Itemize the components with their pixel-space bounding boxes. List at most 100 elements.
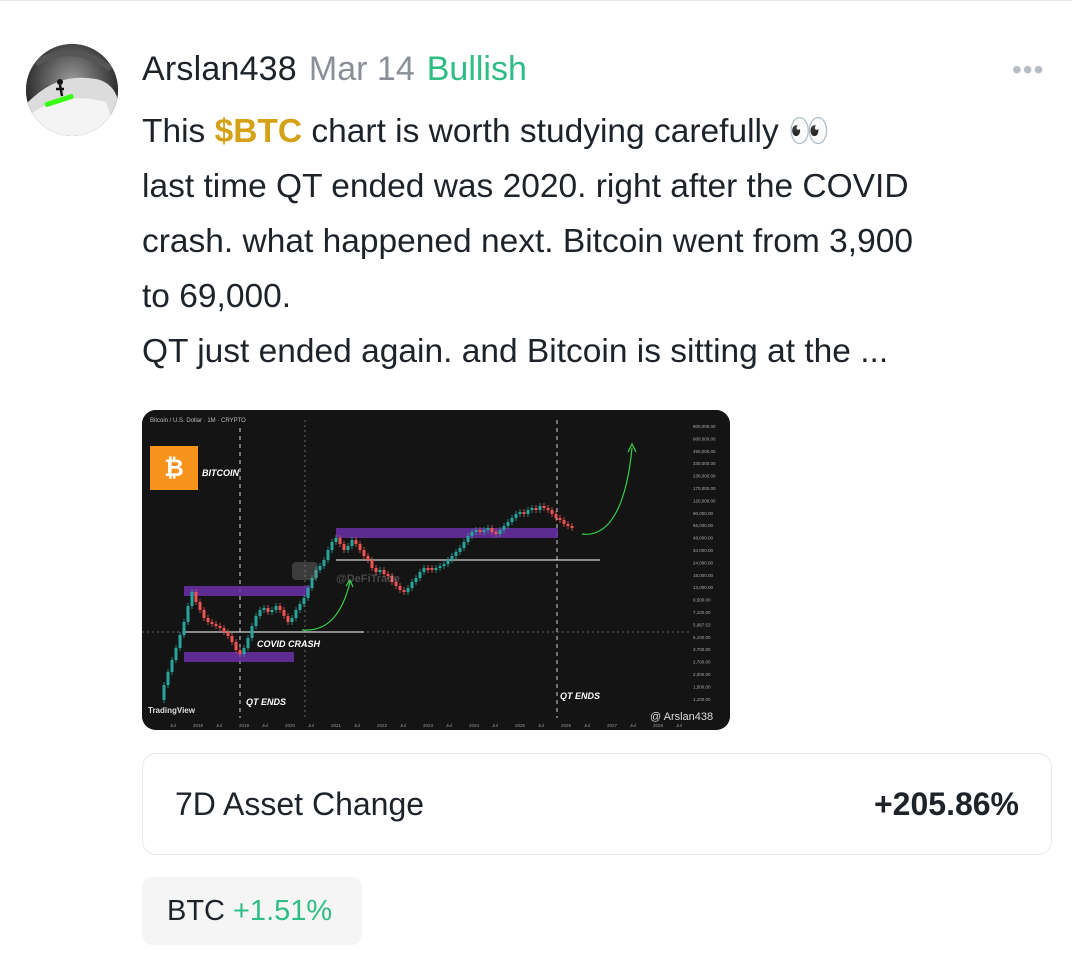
candle-body (506, 522, 510, 526)
candle-body (458, 548, 462, 552)
candle-body (210, 622, 214, 624)
candle-body (342, 544, 346, 550)
post-header: Arslan438 Mar 14 Bullish (142, 50, 527, 90)
candle-body (162, 685, 166, 700)
candle-body (270, 610, 274, 612)
ticker-link[interactable]: $BTC (215, 113, 302, 150)
candle-body (262, 608, 266, 610)
candle-body (302, 598, 306, 604)
candle-body (442, 564, 446, 566)
post-line: to 69,000. (142, 278, 292, 315)
candle-body (286, 616, 290, 622)
post-line: crash. what happened next. Bitcoin went … (142, 223, 913, 260)
price-tick: 9,500.00 (693, 598, 711, 603)
candle-body (246, 638, 250, 648)
candle-body (478, 530, 482, 532)
price-tick: 1,500.00 (693, 684, 711, 689)
candle-body (190, 592, 194, 606)
avatar[interactable] (26, 44, 118, 136)
candle-body (338, 538, 342, 544)
candle-body (334, 538, 338, 542)
candle-body (538, 506, 542, 510)
candle-body (462, 542, 466, 548)
candle-body (194, 592, 198, 602)
candle-body (498, 530, 502, 534)
post-line: This $BTC chart is worth studying carefu… (142, 104, 1062, 159)
ticker-chip[interactable]: BTC +1.51% (142, 877, 362, 945)
candle-body (174, 648, 178, 660)
qt-ends-label: QT ENDS (560, 691, 600, 701)
candle-body (250, 626, 254, 638)
time-tick: 2018 (193, 723, 204, 728)
asset-change-card[interactable]: 7D Asset Change +205.86% (142, 753, 1052, 855)
candle-body (294, 610, 298, 618)
candle-body (218, 626, 222, 628)
svg-text:₿: ₿ (164, 455, 184, 482)
candle-body (298, 604, 302, 610)
candle-body (198, 602, 202, 610)
asset-change-value: +205.86% (873, 786, 1019, 822)
price-tick: 13,000.00 (693, 585, 714, 590)
post-text: chart is worth studying carefully 👀 (302, 113, 830, 150)
candle-body (466, 536, 470, 542)
price-tick: 5,100.00 (693, 635, 711, 640)
candle-body (482, 530, 486, 532)
time-tick: Jul (400, 723, 406, 728)
time-tick: Jul (354, 723, 360, 728)
time-tick: Jul (676, 723, 682, 728)
price-tick: 120,000.00 (693, 498, 716, 503)
time-tick: 2022 (377, 723, 388, 728)
post-body[interactable]: This $BTC chart is worth studying carefu… (142, 104, 1062, 379)
candle-body (418, 572, 422, 578)
candle-body (222, 628, 226, 632)
time-tick: 2024 (469, 723, 480, 728)
price-tick: 90,000.00 (693, 511, 714, 516)
candle-body (238, 650, 242, 654)
tradingview-logo: TradingView (148, 706, 196, 715)
time-tick: Jul (446, 723, 452, 728)
candle-body (242, 648, 246, 654)
candle-body (422, 568, 426, 572)
candle-body (266, 608, 270, 612)
candle-body (358, 544, 362, 550)
price-tick: 170,000.00 (693, 486, 716, 491)
candle-body (454, 552, 458, 556)
candle-body (474, 530, 478, 532)
candle-body (526, 510, 530, 514)
candle-body (398, 586, 402, 590)
candle-body (522, 512, 526, 514)
candle-body (486, 528, 490, 530)
candle-body (502, 526, 506, 530)
candle-body (226, 632, 230, 636)
price-tick: 7,100.00 (693, 610, 711, 615)
post-text: This (142, 113, 215, 150)
time-tick: 2025 (515, 723, 526, 728)
candle-body (186, 606, 190, 622)
candle-body (234, 642, 238, 650)
time-tick: 2019 (239, 723, 250, 728)
qt-ends-label: QT ENDS (246, 697, 286, 707)
candle-body (494, 532, 498, 534)
candle-body (554, 514, 558, 518)
sentiment-tag: Bullish (426, 50, 527, 88)
time-tick: Jul (538, 723, 544, 728)
price-tick: 24,000.00 (693, 560, 714, 565)
price-tick: 450,000.00 (693, 449, 716, 454)
time-tick: Jul (216, 723, 222, 728)
author-name[interactable]: Arslan438 (142, 50, 297, 89)
candle-body (558, 518, 562, 520)
candle-body (354, 540, 358, 544)
candle-body (274, 606, 278, 610)
time-tick: 2020 (285, 723, 296, 728)
price-tick: 34,000.00 (693, 548, 714, 553)
price-tick: 600,000.00 (693, 436, 716, 441)
time-tick: Jul (492, 723, 498, 728)
candle-body (182, 622, 186, 635)
chart-image[interactable]: @DeFiTrade ₿ BITCOIN Bitcoin / U.S. Doll… (142, 410, 730, 730)
candle-body (290, 618, 294, 622)
candle-body (170, 660, 174, 672)
candle-body (230, 636, 234, 642)
more-options-button[interactable]: ••• (1012, 56, 1052, 84)
price-tick: 230,000.00 (693, 474, 716, 479)
candle-body (166, 672, 170, 685)
